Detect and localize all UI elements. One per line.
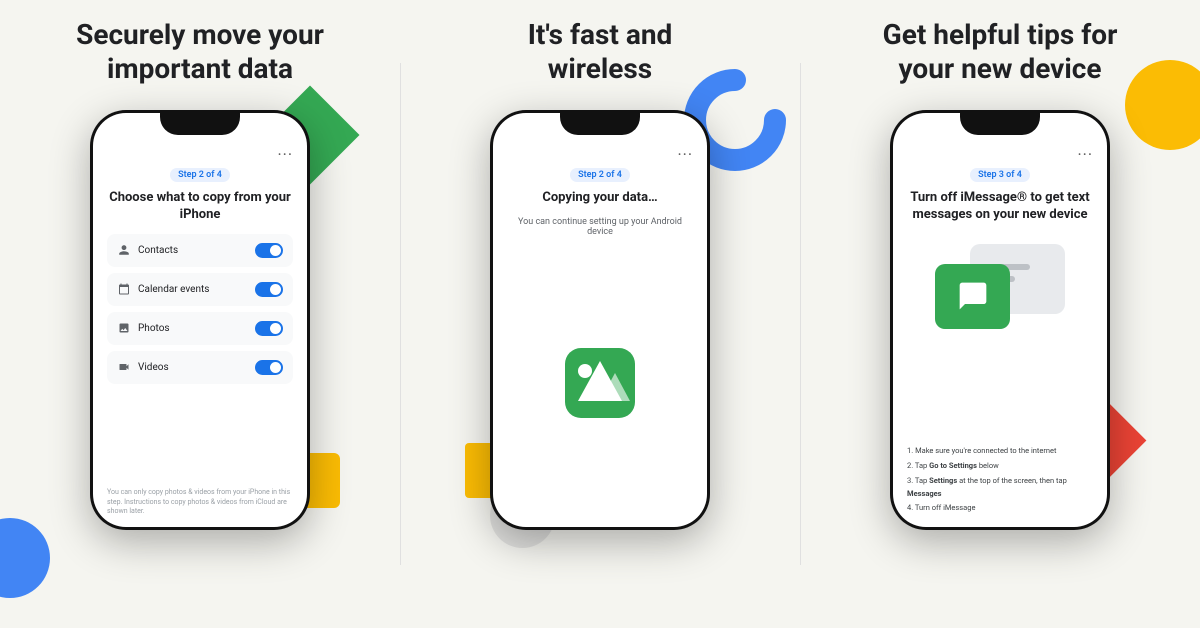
step-item-1: 1. Make sure you're connected to the int… [907, 445, 1093, 458]
phone-2-content: ··· Step 2 of 4 Copying your data… You c… [493, 135, 707, 527]
panel-3-title-line2: your new device [899, 52, 1102, 85]
phone-3-wrapper: ··· Step 3 of 4 Turn off iMessage® to ge… [890, 110, 1110, 530]
videos-icon [117, 360, 131, 374]
toggle-calendar-left: Calendar events [117, 282, 209, 296]
step-3-bold-messages: Messages [907, 489, 942, 498]
panel-2-title-line2: wireless [548, 52, 652, 85]
message-icon [957, 280, 989, 312]
step-badge-2: Step 2 of 4 [570, 168, 630, 182]
step-item-2: 2. Tap Go to Settings below [907, 460, 1093, 473]
phone-3: ··· Step 3 of 4 Turn off iMessage® to ge… [890, 110, 1110, 530]
screen-subtitle-2: You can continue setting up your Android… [507, 217, 693, 237]
phone-1-notch [160, 113, 240, 135]
panel-2: It's fast and wireless ··· Step 2 of 4 C… [400, 0, 800, 628]
panel-1: Securely move your important data ··· St… [0, 0, 400, 628]
toggle-photos-switch[interactable] [255, 321, 283, 336]
step-3-bold-settings: Settings [929, 476, 957, 485]
toggle-calendar[interactable]: Calendar events [107, 273, 293, 306]
phone-3-content: ··· Step 3 of 4 Turn off iMessage® to ge… [893, 135, 1107, 527]
toggle-videos-left: Videos [117, 360, 169, 374]
panel-3-title-line1: Get helpful tips for [883, 18, 1118, 51]
panel-1-title-line1: Securely move your [76, 18, 324, 51]
toggle-videos[interactable]: Videos [107, 351, 293, 384]
blue-circle-shape [0, 518, 50, 598]
steps-list: 1. Make sure you're connected to the int… [907, 445, 1093, 517]
toggle-contacts-left: Contacts [117, 243, 178, 257]
toggle-videos-switch[interactable] [255, 360, 283, 375]
phone-2-wrapper: ··· Step 2 of 4 Copying your data… You c… [490, 110, 710, 530]
photos-label: Photos [138, 323, 170, 334]
toggle-contacts-switch[interactable] [255, 243, 283, 258]
panel-2-title: It's fast and wireless [528, 18, 673, 85]
dots-menu-3: ··· [907, 145, 1093, 164]
phone-3-notch [960, 113, 1040, 135]
step-badge-1: Step 2 of 4 [170, 168, 230, 182]
copying-illustration [507, 249, 693, 517]
dots-menu-2: ··· [507, 145, 693, 164]
imessage-illustration [907, 234, 1093, 437]
phone-2: ··· Step 2 of 4 Copying your data… You c… [490, 110, 710, 530]
step-2-bold: Go to Settings [929, 461, 977, 470]
calendar-label: Calendar events [138, 284, 209, 295]
contacts-label: Contacts [138, 245, 178, 256]
panel-3: Get helpful tips for your new device ···… [800, 0, 1200, 628]
step-item-3: 3. Tap Settings at the top of the screen… [907, 475, 1093, 501]
panel-1-title: Securely move your important data [76, 18, 324, 85]
phone-1-content: ··· Step 2 of 4 Choose what to copy from… [93, 135, 307, 527]
calendar-icon [117, 282, 131, 296]
step-item-4: 4. Turn off iMessage [907, 502, 1093, 515]
main-scene: Securely move your important data ··· St… [0, 0, 1200, 628]
panel-3-title: Get helpful tips for your new device [883, 18, 1118, 85]
screen-title-2: Copying your data… [507, 190, 693, 207]
phone-1-wrapper: ··· Step 2 of 4 Choose what to copy from… [90, 110, 310, 530]
toggle-photos-left: Photos [117, 321, 170, 335]
mountain-icon [560, 343, 640, 423]
toggle-calendar-switch[interactable] [255, 282, 283, 297]
phone-2-notch [560, 113, 640, 135]
dots-3: ··· [1077, 145, 1093, 164]
dots-2: ··· [677, 145, 693, 164]
yellow-circle-shape-p3 [1125, 60, 1200, 150]
contacts-icon [117, 243, 131, 257]
toggle-contacts[interactable]: Contacts [107, 234, 293, 267]
toggle-photos[interactable]: Photos [107, 312, 293, 345]
toggle-list: Contacts Calendar events [107, 234, 293, 384]
dots-menu-1: ··· [107, 145, 293, 164]
screen-title-3: Turn off iMessage® to get text messages … [907, 190, 1093, 224]
phone-2-screen: ··· Step 2 of 4 Copying your data… You c… [493, 113, 707, 527]
card-front [935, 264, 1010, 329]
phone-1: ··· Step 2 of 4 Choose what to copy from… [90, 110, 310, 530]
phone-1-screen: ··· Step 2 of 4 Choose what to copy from… [93, 113, 307, 527]
panel-2-title-line1: It's fast and [528, 18, 673, 51]
phone-3-screen: ··· Step 3 of 4 Turn off iMessage® to ge… [893, 113, 1107, 527]
photos-icon [117, 321, 131, 335]
dots-1: ··· [277, 145, 293, 164]
videos-label: Videos [138, 362, 169, 373]
step-badge-3: Step 3 of 4 [970, 168, 1030, 182]
screen-footnote-1: You can only copy photos & videos from y… [107, 480, 293, 517]
screen-title-1: Choose what to copy from your iPhone [107, 190, 293, 224]
panel-1-title-line2: important data [107, 52, 293, 85]
